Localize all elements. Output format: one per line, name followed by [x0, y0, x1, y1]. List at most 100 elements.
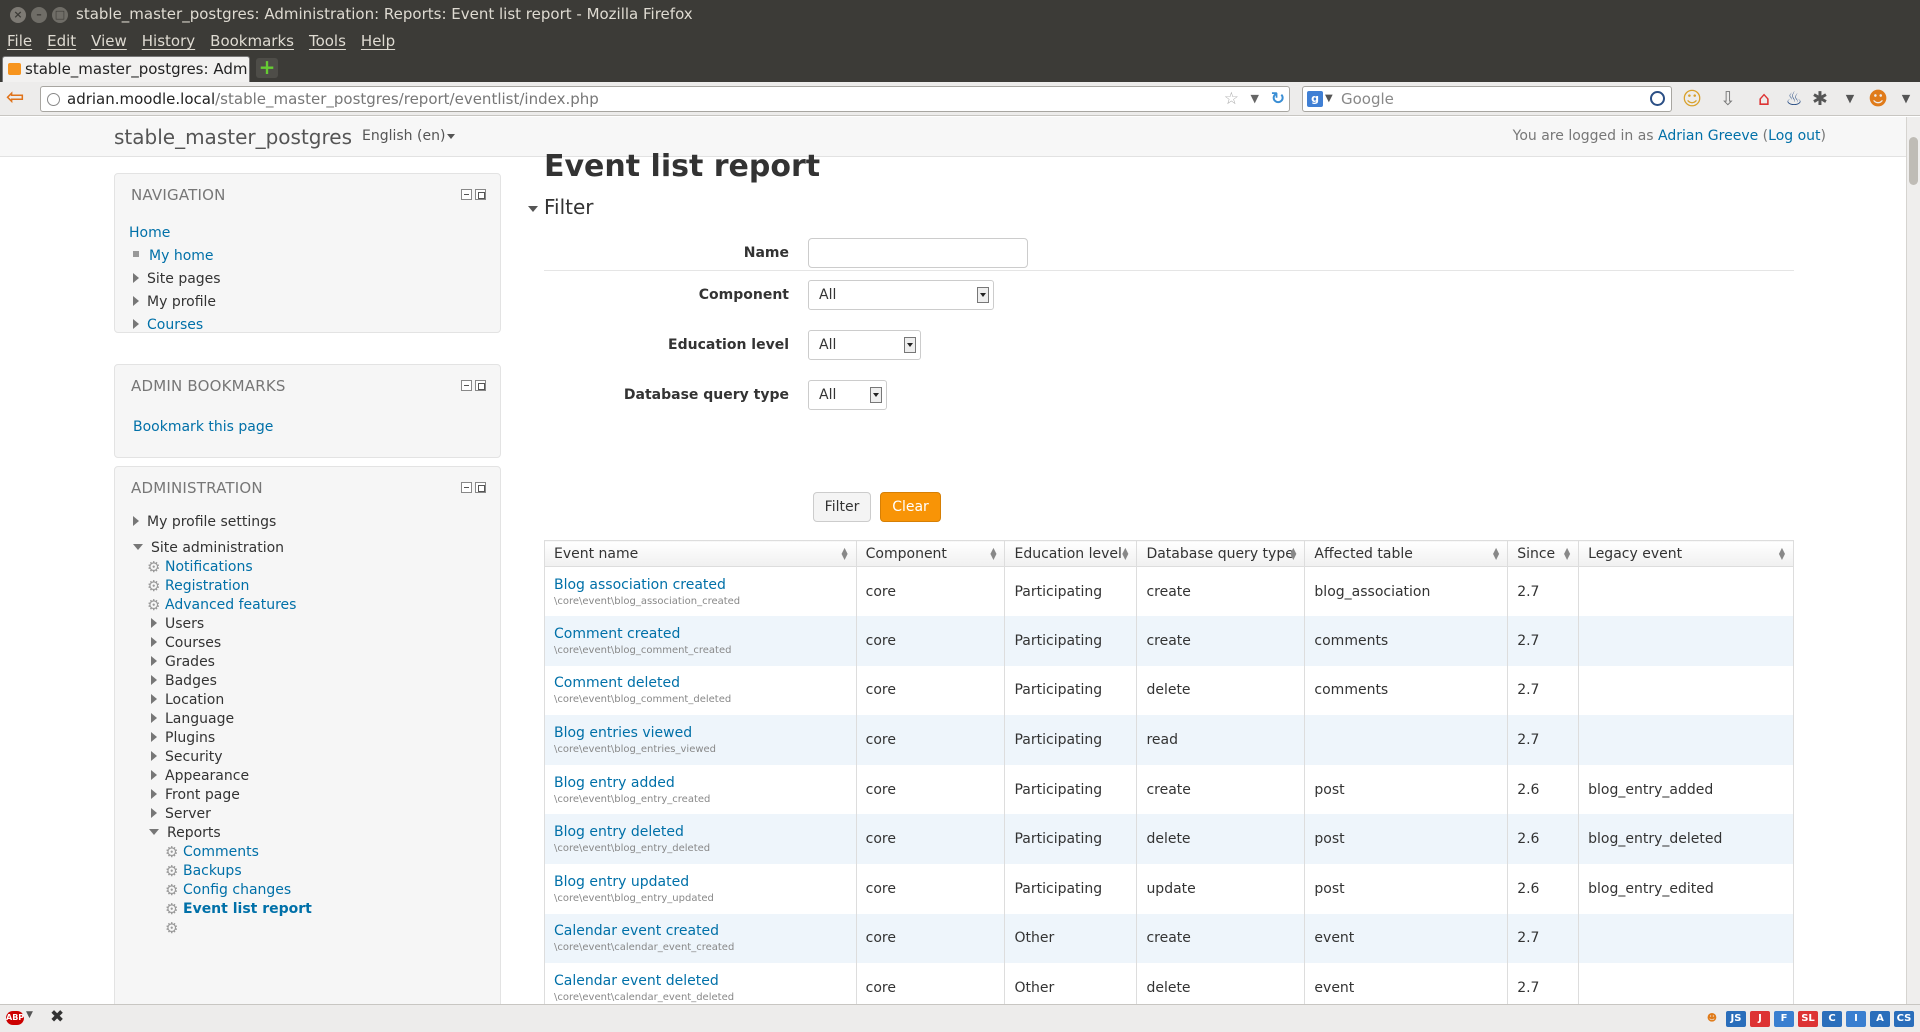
report-backups[interactable]: ⚙ Backups	[165, 862, 242, 880]
nav-site-pages[interactable]: Site pages	[133, 270, 221, 288]
admin-reports[interactable]: Reports	[149, 824, 221, 842]
addon-j-icon[interactable]: J	[1750, 1011, 1770, 1027]
admin-appearance[interactable]: Appearance	[151, 767, 249, 785]
block-collapse-icon[interactable]	[461, 482, 472, 493]
report-comments[interactable]: ⚙ Comments	[165, 843, 259, 861]
admin-my-profile-settings[interactable]: My profile settings	[133, 513, 276, 531]
nav-courses[interactable]: Courses	[133, 316, 203, 334]
name-filter-input[interactable]	[808, 238, 1028, 268]
admin-security[interactable]: Security	[151, 748, 223, 766]
nav-my-profile[interactable]: My profile	[133, 293, 216, 311]
menu-view[interactable]: View	[91, 28, 127, 54]
admin-registration[interactable]: ⚙ Registration	[147, 577, 249, 595]
menu-tools[interactable]: Tools	[309, 28, 346, 54]
addon-js-icon[interactable]: JS	[1726, 1011, 1746, 1027]
bookmark-star-icon[interactable]: ☆	[1224, 87, 1239, 111]
adblock-dropdown-icon[interactable]: ▼	[26, 1010, 33, 1020]
bookmark-this-page-link[interactable]: Bookmark this page	[133, 418, 273, 436]
admin-site-administration[interactable]: Site administration	[133, 539, 284, 557]
event-name-link[interactable]: Blog entry deleted	[554, 824, 847, 840]
language-menu[interactable]: English (en)	[362, 128, 456, 144]
close-addon-bar-icon[interactable]: ✖	[50, 1007, 64, 1027]
report-next-partial[interactable]: ⚙	[165, 919, 183, 937]
filter-section-toggle[interactable]: Filter	[528, 195, 594, 219]
block-collapse-icon[interactable]	[461, 380, 472, 391]
clear-button[interactable]: Clear	[880, 492, 941, 522]
admin-badges[interactable]: Badges	[151, 672, 217, 690]
block-dock-icon[interactable]	[475, 189, 486, 200]
report-config-changes[interactable]: ⚙ Config changes	[165, 881, 291, 899]
search-bar[interactable]: g ▼ Google	[1302, 86, 1672, 112]
event-name-link[interactable]: Blog entries viewed	[554, 725, 847, 741]
block-dock-icon[interactable]	[475, 482, 486, 493]
browser-tab-active[interactable]: stable_master_postgres: Adm...	[2, 56, 250, 82]
menu-bookmarks[interactable]: Bookmarks	[210, 28, 294, 54]
search-engine-dropdown-icon[interactable]: ▼	[1325, 87, 1333, 111]
greasemonkey-icon[interactable]: ☻	[1866, 87, 1890, 111]
column-header-query-type[interactable]: Database query type ▲ ▼	[1136, 540, 1306, 567]
education-level-select[interactable]: All	[808, 330, 921, 360]
admin-advanced-features[interactable]: ⚙ Advanced features	[147, 596, 296, 614]
admin-server[interactable]: Server	[151, 805, 211, 823]
downloads-icon[interactable]: ⇩	[1716, 87, 1740, 111]
site-name-link[interactable]: stable_master_postgres	[114, 125, 352, 149]
column-header-affected-table[interactable]: Affected table ▲ ▼	[1304, 540, 1509, 567]
site-identity-icon[interactable]	[47, 93, 60, 106]
logout-link[interactable]: Log out	[1768, 128, 1820, 144]
addon-i-icon[interactable]: I	[1846, 1011, 1866, 1027]
block-dock-icon[interactable]	[475, 380, 486, 391]
adblock-icon[interactable]: ABP	[6, 1011, 24, 1025]
admin-plugins[interactable]: Plugins	[151, 729, 215, 747]
addon-a-icon[interactable]: A	[1870, 1011, 1890, 1027]
window-minimize-button[interactable]: –	[31, 7, 47, 23]
scrollbar-thumb[interactable]	[1909, 137, 1918, 185]
addon-sl-icon[interactable]: SL	[1798, 1011, 1818, 1027]
column-header-education-level[interactable]: Education level ▲ ▼	[1004, 540, 1138, 567]
addon-wrench-icon[interactable]: ✱	[1808, 87, 1832, 111]
column-header-component[interactable]: Component ▲ ▼	[855, 540, 1006, 567]
filter-button[interactable]: Filter	[813, 492, 871, 522]
reload-icon[interactable]: ↻	[1271, 87, 1285, 111]
event-name-link[interactable]: Calendar event created	[554, 923, 847, 939]
window-maximize-button[interactable]: □	[52, 7, 68, 23]
block-collapse-icon[interactable]	[461, 189, 472, 200]
column-header-legacy-event[interactable]: Legacy event ▲ ▼	[1578, 540, 1794, 567]
menu-history[interactable]: History	[142, 28, 195, 54]
column-header-event-name[interactable]: Event name ▲ ▼	[544, 540, 857, 567]
addon-c-icon[interactable]: C	[1822, 1011, 1842, 1027]
search-icon[interactable]	[1650, 91, 1665, 106]
event-name-link[interactable]: Comment created	[554, 626, 847, 642]
component-select[interactable]: All	[808, 280, 994, 310]
google-engine-icon[interactable]: g	[1307, 91, 1323, 107]
nav-home-link[interactable]: Home	[129, 224, 170, 242]
report-event-list-active[interactable]: ⚙ Event list report	[165, 900, 312, 918]
admin-notifications[interactable]: ⚙ Notifications	[147, 558, 253, 576]
greasemonkey-dropdown-icon[interactable]: ▼	[1894, 87, 1918, 111]
event-name-link[interactable]: Blog association created	[554, 577, 847, 593]
event-name-link[interactable]: Calendar event deleted	[554, 973, 847, 989]
event-name-link[interactable]: Blog entry added	[554, 775, 847, 791]
url-history-dropdown-icon[interactable]: ▼	[1251, 87, 1259, 111]
menu-edit[interactable]: Edit	[47, 28, 76, 54]
admin-courses[interactable]: Courses	[151, 634, 221, 652]
home-icon[interactable]: ⌂	[1752, 87, 1776, 111]
addon-cs-icon[interactable]: CS	[1894, 1011, 1914, 1027]
menu-file[interactable]: File	[7, 28, 32, 54]
feed-reader-icon[interactable]: ☺	[1680, 87, 1704, 111]
event-name-link[interactable]: Comment deleted	[554, 675, 847, 691]
admin-grades[interactable]: Grades	[151, 653, 215, 671]
query-type-select[interactable]: All	[808, 380, 887, 410]
admin-location[interactable]: Location	[151, 691, 224, 709]
addon-flame-icon[interactable]: ♨	[1782, 87, 1806, 111]
admin-front-page[interactable]: Front page	[151, 786, 240, 804]
admin-language[interactable]: Language	[151, 710, 234, 728]
window-close-button[interactable]: ×	[10, 7, 26, 23]
event-name-link[interactable]: Blog entry updated	[554, 874, 847, 890]
admin-users[interactable]: Users	[151, 615, 204, 633]
addon-f-icon[interactable]: F	[1774, 1011, 1794, 1027]
user-profile-link[interactable]: Adrian Greeve	[1658, 128, 1758, 144]
back-arrow-icon[interactable]: ⇦	[6, 87, 30, 110]
column-header-since[interactable]: Since ▲ ▼	[1507, 540, 1580, 567]
toolbar-dropdown-icon[interactable]: ▼	[1838, 87, 1862, 111]
menu-help[interactable]: Help	[361, 28, 395, 54]
